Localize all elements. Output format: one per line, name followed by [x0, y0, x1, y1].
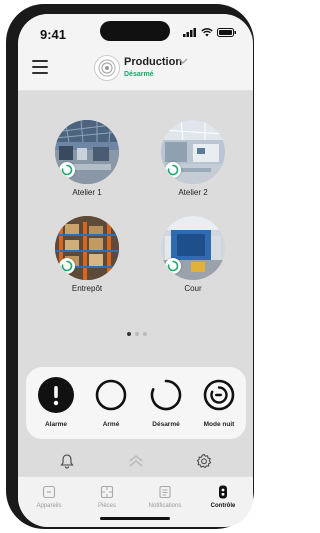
- arm-label: Armé: [102, 421, 120, 428]
- spiral-logo-icon: [98, 59, 116, 77]
- group-tile-atelier-2[interactable]: Atelier 2: [150, 120, 236, 197]
- wifi-icon: [201, 28, 213, 37]
- quick-actions-bar: [18, 448, 253, 476]
- night-mode-button[interactable]: Mode nuit: [194, 377, 244, 428]
- group-state-badge: [165, 258, 181, 274]
- app-header: Production Désarmé: [18, 48, 253, 91]
- rooms-icon: [100, 485, 114, 499]
- night-mode-label: Mode nuit: [203, 421, 235, 428]
- site-logo: [94, 55, 120, 81]
- tab-controle[interactable]: Contrôle: [194, 485, 252, 509]
- group-photo: [55, 216, 119, 280]
- page-dot-active[interactable]: [127, 332, 131, 336]
- battery-icon: [217, 28, 236, 37]
- chevron-down-icon[interactable]: [178, 57, 188, 65]
- group-photo: [161, 216, 225, 280]
- devices-icon: [42, 485, 56, 499]
- phone-frame: 9:41 Production Désarmé Atelier 1 Atelie…: [6, 4, 254, 529]
- group-state-badge: [165, 162, 181, 178]
- security-control-panel: Alarme Armé Désarmé Mode nuit: [26, 367, 246, 439]
- tab-label: Contrôle: [210, 503, 236, 509]
- exclamation-icon: [38, 377, 74, 413]
- chevrons-up-icon[interactable]: [128, 453, 144, 469]
- alarm-button[interactable]: Alarme: [31, 377, 81, 428]
- status-bar: 9:41: [18, 14, 253, 48]
- disarmed-status-icon: [61, 164, 73, 176]
- group-tile-entrepot[interactable]: Entrepôt: [44, 216, 130, 293]
- tab-label: Pièces: [97, 503, 116, 509]
- group-tile-atelier-1[interactable]: Atelier 1: [44, 120, 130, 197]
- group-state-badge: [59, 258, 75, 274]
- clock: 9:41: [40, 27, 67, 42]
- group-label: Entrepôt: [71, 284, 103, 293]
- disarmed-status-icon: [167, 164, 179, 176]
- group-photo: [55, 120, 119, 184]
- disarmed-open-ring-icon: [148, 377, 184, 413]
- tab-label: Appareils: [36, 503, 62, 509]
- gear-icon[interactable]: [196, 453, 212, 469]
- system-icons: [183, 28, 237, 37]
- disarmed-status-icon: [167, 260, 179, 272]
- arm-button[interactable]: Armé: [86, 377, 136, 428]
- home-indicator: [100, 517, 170, 520]
- tab-label: Notifications: [148, 503, 182, 509]
- tab-pieces[interactable]: Pièces: [78, 485, 136, 509]
- group-label: Cour: [184, 284, 202, 293]
- tab-notifications[interactable]: Notifications: [136, 485, 194, 509]
- group-label: Atelier 1: [72, 188, 102, 197]
- site-selector[interactable]: Production: [124, 56, 182, 68]
- night-mode-icon: [201, 377, 237, 413]
- tab-appareils[interactable]: Appareils: [20, 485, 78, 509]
- dynamic-island: [100, 21, 170, 41]
- armed-ring-icon: [93, 377, 129, 413]
- group-tile-cour[interactable]: Cour: [150, 216, 236, 293]
- site-status-label: Désarmé: [124, 71, 154, 78]
- bell-icon[interactable]: [60, 453, 74, 469]
- group-state-badge: [59, 162, 75, 178]
- app-screen: 9:41 Production Désarmé Atelier 1 Atelie…: [18, 14, 253, 527]
- group-photo: [161, 120, 225, 184]
- disarm-button[interactable]: Désarmé: [141, 377, 191, 428]
- cellular-signal-icon: [183, 28, 196, 37]
- control-icon: [219, 485, 227, 499]
- page-dot[interactable]: [135, 332, 139, 336]
- group-label: Atelier 2: [178, 188, 208, 197]
- notifications-icon: [159, 485, 171, 499]
- disarmed-status-icon: [61, 260, 73, 272]
- menu-icon[interactable]: [32, 60, 48, 74]
- page-dot[interactable]: [143, 332, 147, 336]
- disarm-label: Désarmé: [152, 421, 180, 428]
- alarm-label: Alarme: [44, 421, 68, 428]
- page-indicator: [127, 332, 147, 336]
